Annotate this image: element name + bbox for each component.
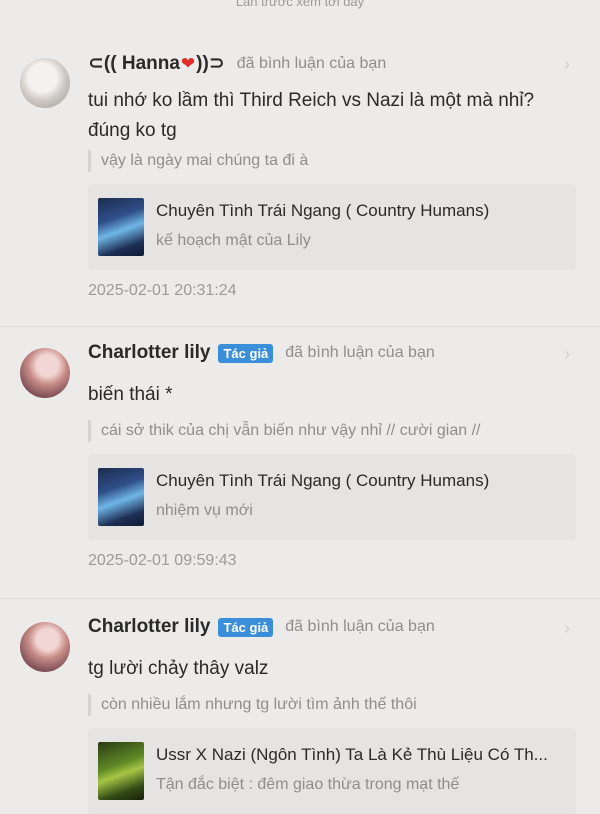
story-chapter: kế hoạch mật của Lily	[156, 232, 311, 249]
previous-position-note: Lần trước xem tới đây	[235, 0, 365, 9]
avatar[interactable]	[20, 58, 70, 108]
chevron-right-icon[interactable]: ›	[564, 618, 570, 639]
chevron-right-icon[interactable]: ›	[564, 344, 570, 365]
comment-text: tg lười chảy thây valz	[88, 658, 269, 679]
quoted-reply: còn nhiều lắm nhưng tg lười tìm ảnh thế …	[88, 694, 417, 716]
comment-header: ⊂(( Hanna❤))⊃ đã bình luận của bạn	[88, 52, 386, 75]
story-chapter: Tận đắc biệt : đêm giao thừa trong mạt t…	[156, 776, 460, 793]
username[interactable]: Charlotter lily	[88, 342, 210, 364]
heart-icon: ❤	[180, 54, 196, 73]
comment-text: tui nhớ ko lầm thì Third Reich vs Nazi l…	[88, 86, 534, 146]
avatar[interactable]	[20, 622, 70, 672]
story-cover	[98, 742, 144, 800]
comment-text-line: đúng ko tg	[88, 120, 177, 141]
comment-text: biến thái *	[88, 384, 173, 405]
comment-action: đã bình luận của bạn	[285, 344, 435, 361]
divider	[0, 598, 600, 599]
username-text: ⊂(( Hanna	[88, 53, 180, 74]
story-cover	[98, 198, 144, 256]
story-title: Ussr X Nazi (Ngôn Tình) Ta Là Kẻ Thù Liệ…	[156, 745, 548, 764]
story-card[interactable]: Ussr X Nazi (Ngôn Tình) Ta Là Kẻ Thù Liệ…	[88, 728, 576, 814]
comment-timestamp: 2025-02-01 20:31:24	[88, 282, 237, 299]
quoted-reply: cái sở thik của chị vẫn biến như vậy nhỉ…	[88, 420, 480, 442]
story-title: Chuyên Tình Trái Ngang ( Country Humans)	[156, 471, 490, 490]
username-suffix: ))⊃	[196, 53, 225, 74]
story-chapter: nhiệm vụ mới	[156, 502, 253, 519]
comment-timestamp: 2025-02-01 09:59:43	[88, 552, 237, 569]
story-card[interactable]: Chuyên Tình Trái Ngang ( Country Humans)…	[88, 184, 576, 270]
story-cover	[98, 468, 144, 526]
comment-text-line: tui nhớ ko lầm thì Third Reich vs Nazi l…	[88, 90, 535, 111]
comment-header: Charlotter lily Tác giả đã bình luận của…	[88, 342, 435, 364]
comment-action: đã bình luận của bạn	[285, 618, 435, 635]
divider	[0, 326, 600, 327]
story-title: Chuyên Tình Trái Ngang ( Country Humans)	[156, 201, 490, 220]
comment-action: đã bình luận của bạn	[236, 54, 387, 72]
avatar[interactable]	[20, 348, 70, 398]
author-badge: Tác giả	[218, 617, 274, 637]
quoted-reply: vậy là ngày mai chúng ta đi à	[88, 150, 308, 172]
username[interactable]: ⊂(( Hanna❤))⊃	[88, 52, 225, 75]
comment-header: Charlotter lily Tác giả đã bình luận của…	[88, 616, 435, 638]
username[interactable]: Charlotter lily	[88, 616, 210, 638]
story-card[interactable]: Chuyên Tình Trái Ngang ( Country Humans)…	[88, 454, 576, 540]
author-badge: Tác giả	[218, 343, 274, 363]
chevron-right-icon[interactable]: ›	[564, 54, 570, 75]
